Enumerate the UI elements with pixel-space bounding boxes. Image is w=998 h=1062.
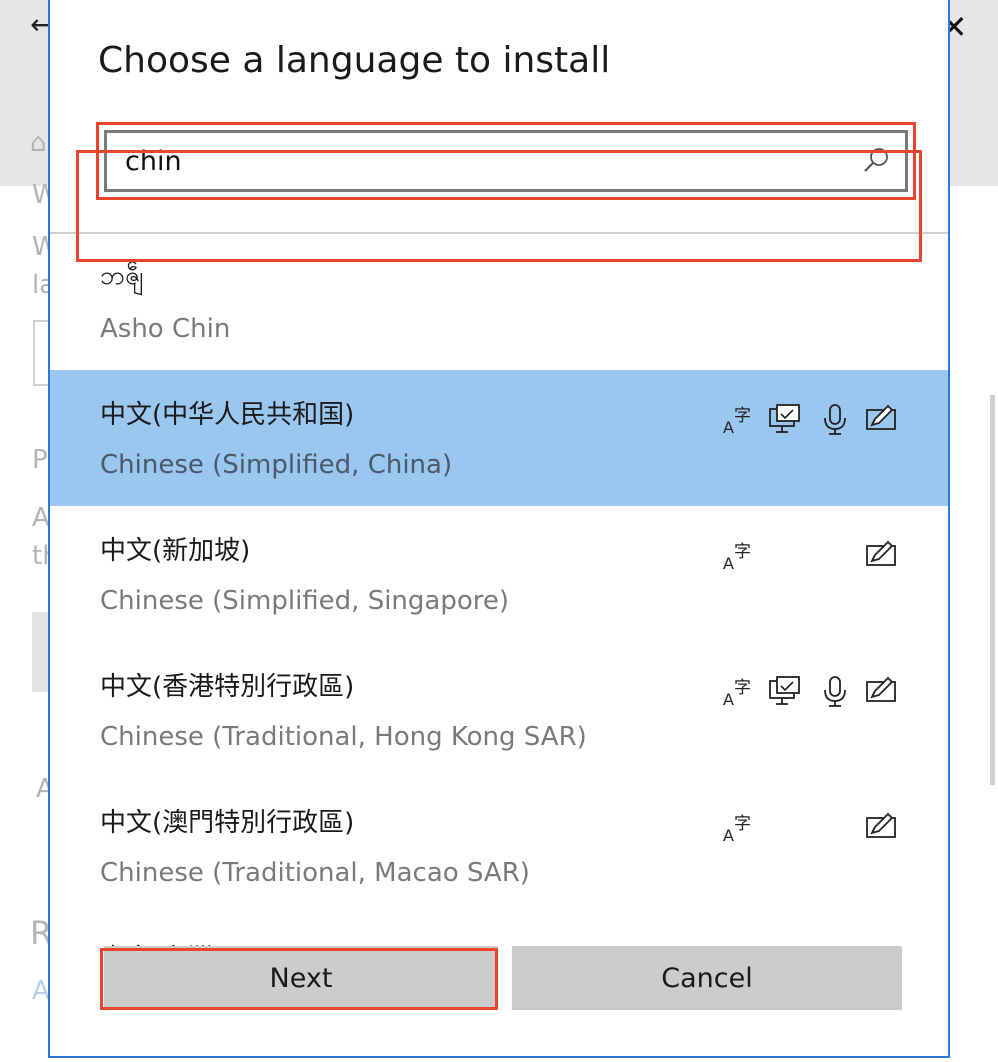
- language-native-name: 中文(中华人民共和国): [100, 400, 355, 430]
- language-list[interactable]: ဘၛဵ Asho Chin 中文(中华人民共和国) Chinese (Simplifi…: [50, 234, 948, 946]
- handwriting-icon: [864, 674, 898, 708]
- language-native-name: 中文(香港特別行政區): [100, 672, 355, 702]
- svg-text:字: 字: [734, 814, 751, 834]
- display-language-icon: [768, 674, 802, 708]
- next-button[interactable]: Next: [104, 946, 498, 1010]
- home-icon[interactable]: ⌂: [30, 128, 47, 158]
- search-input[interactable]: [125, 141, 825, 181]
- language-list-item[interactable]: 中文(新加坡) Chinese (Simplified, Singapore) A 字: [50, 506, 948, 642]
- language-english-name: Chinese (Traditional, Hong Kong SAR): [100, 722, 587, 752]
- background-text-fragment: P: [32, 445, 48, 475]
- text-to-speech-icon: A字: [722, 810, 756, 845]
- handwriting-icon: [864, 810, 898, 844]
- display-language-icon: [768, 402, 802, 436]
- background-scrollbar[interactable]: [990, 395, 995, 785]
- language-english-name: Chinese (Simplified, China): [100, 450, 453, 480]
- svg-text:字: 字: [734, 678, 751, 698]
- language-native-name: ဘၛဵ: [100, 261, 144, 291]
- svg-text:字: 字: [734, 542, 751, 562]
- language-list-item[interactable]: 中文(澳門特別行政區) Chinese (Traditional, Macao S…: [50, 778, 948, 914]
- language-english-name: Chinese (Simplified, Singapore): [100, 586, 510, 616]
- language-list-item[interactable]: ဘၛဵ Asho Chin: [50, 234, 948, 370]
- text-to-speech-icon: A字: [722, 402, 756, 437]
- search-box[interactable]: [104, 130, 908, 192]
- handwriting-icon: [864, 402, 898, 436]
- speech-recognition-icon: [818, 674, 852, 708]
- svg-text:字: 字: [734, 406, 751, 426]
- language-english-name: Asho Chin: [100, 314, 231, 344]
- svg-text:A: A: [723, 418, 734, 436]
- language-list-item[interactable]: 中文(香港特別行政區) Chinese (Traditional, Hong Ko…: [50, 642, 948, 778]
- cancel-button[interactable]: Cancel: [512, 946, 902, 1010]
- text-to-speech-icon: A字: [722, 538, 756, 573]
- dialog-title: Choose a language to install: [98, 40, 611, 81]
- speech-recognition-icon: [818, 402, 852, 436]
- text-to-speech-icon: A字: [722, 674, 756, 709]
- search-icon[interactable]: [861, 146, 891, 176]
- svg-text:A: A: [723, 826, 734, 844]
- language-native-name: 中文(台灣): [100, 938, 224, 946]
- svg-text:A: A: [723, 554, 734, 572]
- svg-text:A: A: [723, 690, 734, 708]
- handwriting-icon: [864, 538, 898, 572]
- language-native-name: 中文(新加坡): [100, 536, 251, 566]
- choose-language-dialog: Choose a language to install ဘၛဵ Asho Chi…: [48, 0, 950, 1058]
- language-english-name: Chinese (Traditional, Macao SAR): [100, 858, 530, 888]
- language-list-item[interactable]: 中文(中华人民共和国) Chinese (Simplified, China) A 字: [50, 370, 948, 506]
- language-native-name: 中文(澳門特別行政區): [100, 808, 355, 838]
- language-list-item[interactable]: 中文(台灣): [50, 914, 948, 946]
